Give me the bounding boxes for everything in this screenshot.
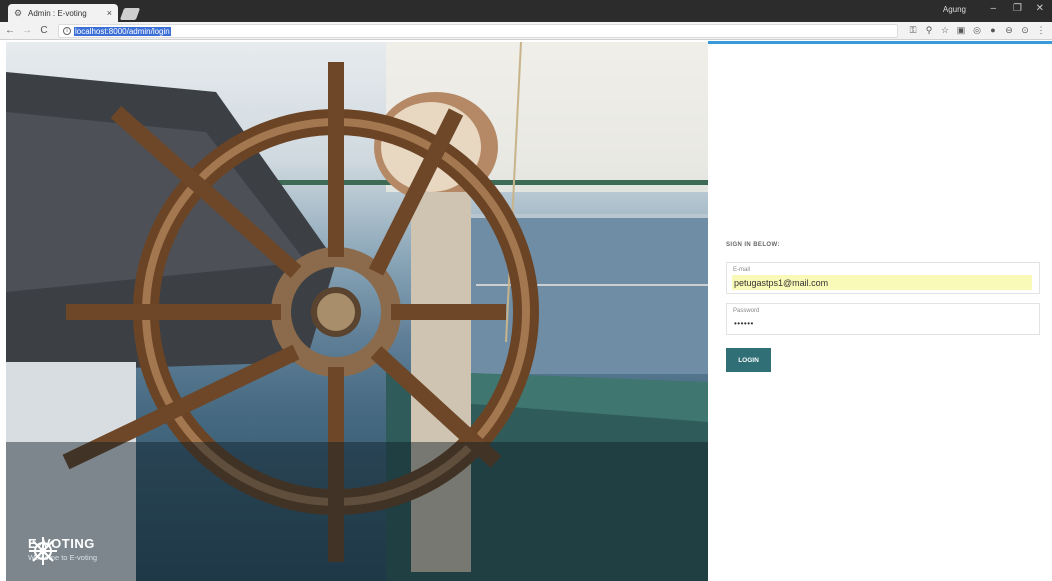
email-input[interactable]: petugastps1@mail.com	[732, 275, 1032, 290]
login-page: E-VOTING Welcome to E-voting SIGN IN BEL…	[0, 40, 1052, 581]
ship-wheel-logo-icon	[29, 537, 57, 565]
key-icon[interactable]: ⚿	[908, 25, 918, 36]
reload-icon[interactable]: C	[37, 25, 51, 36]
close-window-icon[interactable]: ✕	[1036, 3, 1044, 14]
info-icon[interactable]: i	[63, 27, 71, 35]
extension-icon[interactable]: ⊙	[1020, 25, 1030, 36]
star-icon[interactable]: ☆	[940, 25, 950, 36]
minimize-icon[interactable]: –	[990, 3, 996, 14]
login-button[interactable]: LOGIN	[726, 348, 771, 372]
email-label: E-mail	[733, 267, 751, 273]
extension-icon[interactable]: ▣	[956, 25, 966, 36]
password-label: Password	[733, 308, 760, 314]
email-field[interactable]: E-mail petugastps1@mail.com	[726, 262, 1040, 294]
settings-gear-icon: ⚙	[14, 8, 23, 18]
ship-wheel-photo	[6, 42, 708, 581]
tab-title: Admin : E-voting	[28, 8, 87, 18]
tab-close-icon[interactable]: ×	[107, 8, 112, 18]
extension-icon[interactable]: ⊖	[1004, 25, 1014, 36]
browser-toolbar: ← → C i localhost:8000/admin/login ⚿ ⚲ ☆…	[0, 22, 1052, 40]
forward-icon[interactable]: →	[20, 25, 34, 36]
new-tab-button[interactable]	[119, 8, 141, 20]
menu-dots-icon[interactable]: ⋮	[1036, 25, 1046, 36]
hero-image: E-VOTING Welcome to E-voting	[6, 42, 708, 581]
login-panel: SIGN IN BELOW: E-mail petugastps1@mail.c…	[708, 40, 1052, 581]
zoom-icon[interactable]: ⚲	[924, 25, 934, 36]
signin-heading: SIGN IN BELOW:	[726, 242, 780, 248]
back-icon[interactable]: ←	[3, 25, 17, 36]
browser-titlebar: ⚙ Admin : E-voting × Agung – ❐ ✕	[0, 0, 1052, 22]
browser-tab[interactable]: ⚙ Admin : E-voting ×	[8, 4, 118, 22]
brand-block: E-VOTING Welcome to E-voting	[28, 536, 97, 565]
toolbar-icons: ⚿ ⚲ ☆ ▣ ◎ ● ⊖ ⊙ ⋮	[908, 25, 1046, 36]
extension-icon[interactable]: ●	[988, 25, 998, 36]
address-bar[interactable]: i localhost:8000/admin/login	[58, 24, 898, 38]
password-field[interactable]: Password ••••••	[726, 303, 1040, 335]
restore-icon[interactable]: ❐	[1013, 3, 1022, 14]
password-input[interactable]: ••••••	[732, 316, 1032, 331]
extension-icon[interactable]: ◎	[972, 25, 982, 36]
accent-bar	[708, 41, 1052, 44]
url-text[interactable]: localhost:8000/admin/login	[74, 26, 171, 36]
profile-user-label[interactable]: Agung	[943, 5, 966, 14]
